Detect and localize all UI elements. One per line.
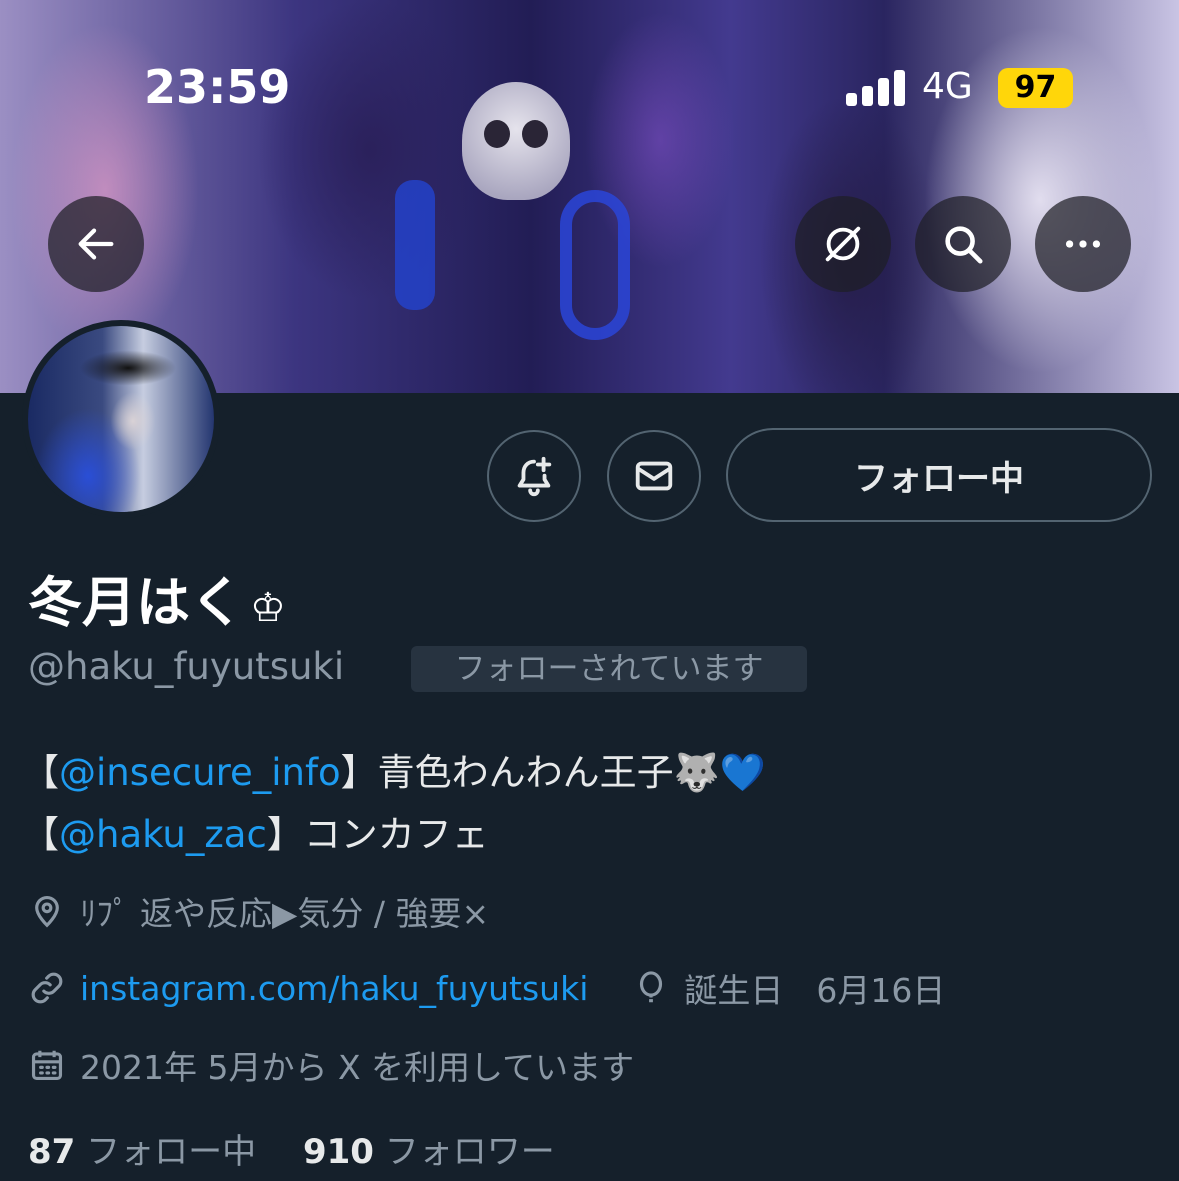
joined-row: 2021年 5月から X を利用しています: [28, 1041, 634, 1089]
bio-text: コンカフェ: [303, 813, 489, 856]
location-pin-icon: [35, 896, 59, 928]
status-time: 23:59: [144, 60, 291, 114]
followers-stat[interactable]: 910 フォロワー: [303, 1132, 555, 1172]
joined-text: 2021年 5月から X を利用しています: [80, 1048, 635, 1087]
notifications-button[interactable]: [487, 430, 581, 522]
bracket-close: 】: [340, 751, 378, 794]
back-arrow-icon: [78, 228, 114, 260]
banner-ribbon-2: [395, 180, 435, 310]
user-handle: @haku_fuyutsuki: [28, 645, 345, 688]
status-bar: 23:59 4G 97: [0, 0, 1179, 130]
link-icon: [31, 972, 63, 1004]
battery-level: 97: [998, 68, 1073, 108]
display-name-crown: ♔: [250, 585, 286, 631]
mail-icon: [635, 461, 673, 491]
avatar[interactable]: [22, 320, 220, 518]
more-button[interactable]: [1035, 196, 1131, 292]
grok-toggle-button[interactable]: [795, 196, 891, 292]
mention-link[interactable]: @haku_zac: [59, 813, 267, 856]
followers-count: 910: [302, 1132, 374, 1172]
balloon-icon: [640, 971, 663, 1003]
following-button[interactable]: フォロー中: [726, 428, 1152, 522]
bio-text: 青色わんわん王子🐺💙: [377, 751, 766, 794]
bracket-open: 【: [22, 813, 59, 856]
website-birthday-row: instagram.com/haku_fuyutsuki 誕生日 6月16日: [28, 964, 945, 1012]
mention-link[interactable]: @insecure_info: [59, 751, 341, 794]
follow-stats: 87 フォロー中 910 フォロワー: [28, 1124, 591, 1173]
calendar-icon: [31, 1050, 63, 1081]
website-link[interactable]: instagram.com/haku_fuyutsuki: [80, 969, 588, 1008]
no-grok-icon: [825, 226, 861, 262]
display-name-text: 冬月はく: [28, 571, 244, 634]
following-label: フォロー中: [86, 1132, 257, 1172]
followers-label: フォロワー: [384, 1132, 555, 1172]
search-icon: [945, 226, 983, 264]
signal-icon: [846, 70, 906, 106]
notification-bell-plus-icon: [517, 456, 552, 497]
location-row: ﾘﾌﾟ 返や反応▶︎気分 / 強要×: [28, 887, 489, 935]
bracket-open: 【: [22, 751, 59, 794]
bracket-close: 】: [266, 813, 304, 856]
following-stat[interactable]: 87 フォロー中: [28, 1132, 256, 1172]
network-type: 4G: [922, 66, 973, 107]
banner-ribbon: [560, 190, 630, 340]
bio: 【@insecure_info】青色わんわん王子🐺💙 【@haku_zac】コン…: [22, 742, 766, 866]
bio-line-1: 【@insecure_info】青色わんわん王子🐺💙: [22, 742, 766, 804]
location-text: ﾘﾌﾟ 返や反応▶︎気分 / 強要×: [80, 894, 490, 933]
display-name: 冬月はく ♔: [28, 558, 286, 637]
follows-you-badge: フォローされています: [411, 646, 807, 692]
back-button[interactable]: [48, 196, 144, 292]
message-button[interactable]: [607, 430, 701, 522]
birthday-text: 誕生日 6月16日: [684, 971, 946, 1010]
following-count: 87: [28, 1132, 76, 1172]
bio-line-2: 【@haku_zac】コンカフェ: [22, 804, 766, 866]
more-icon: [1065, 240, 1101, 248]
search-button[interactable]: [915, 196, 1011, 292]
